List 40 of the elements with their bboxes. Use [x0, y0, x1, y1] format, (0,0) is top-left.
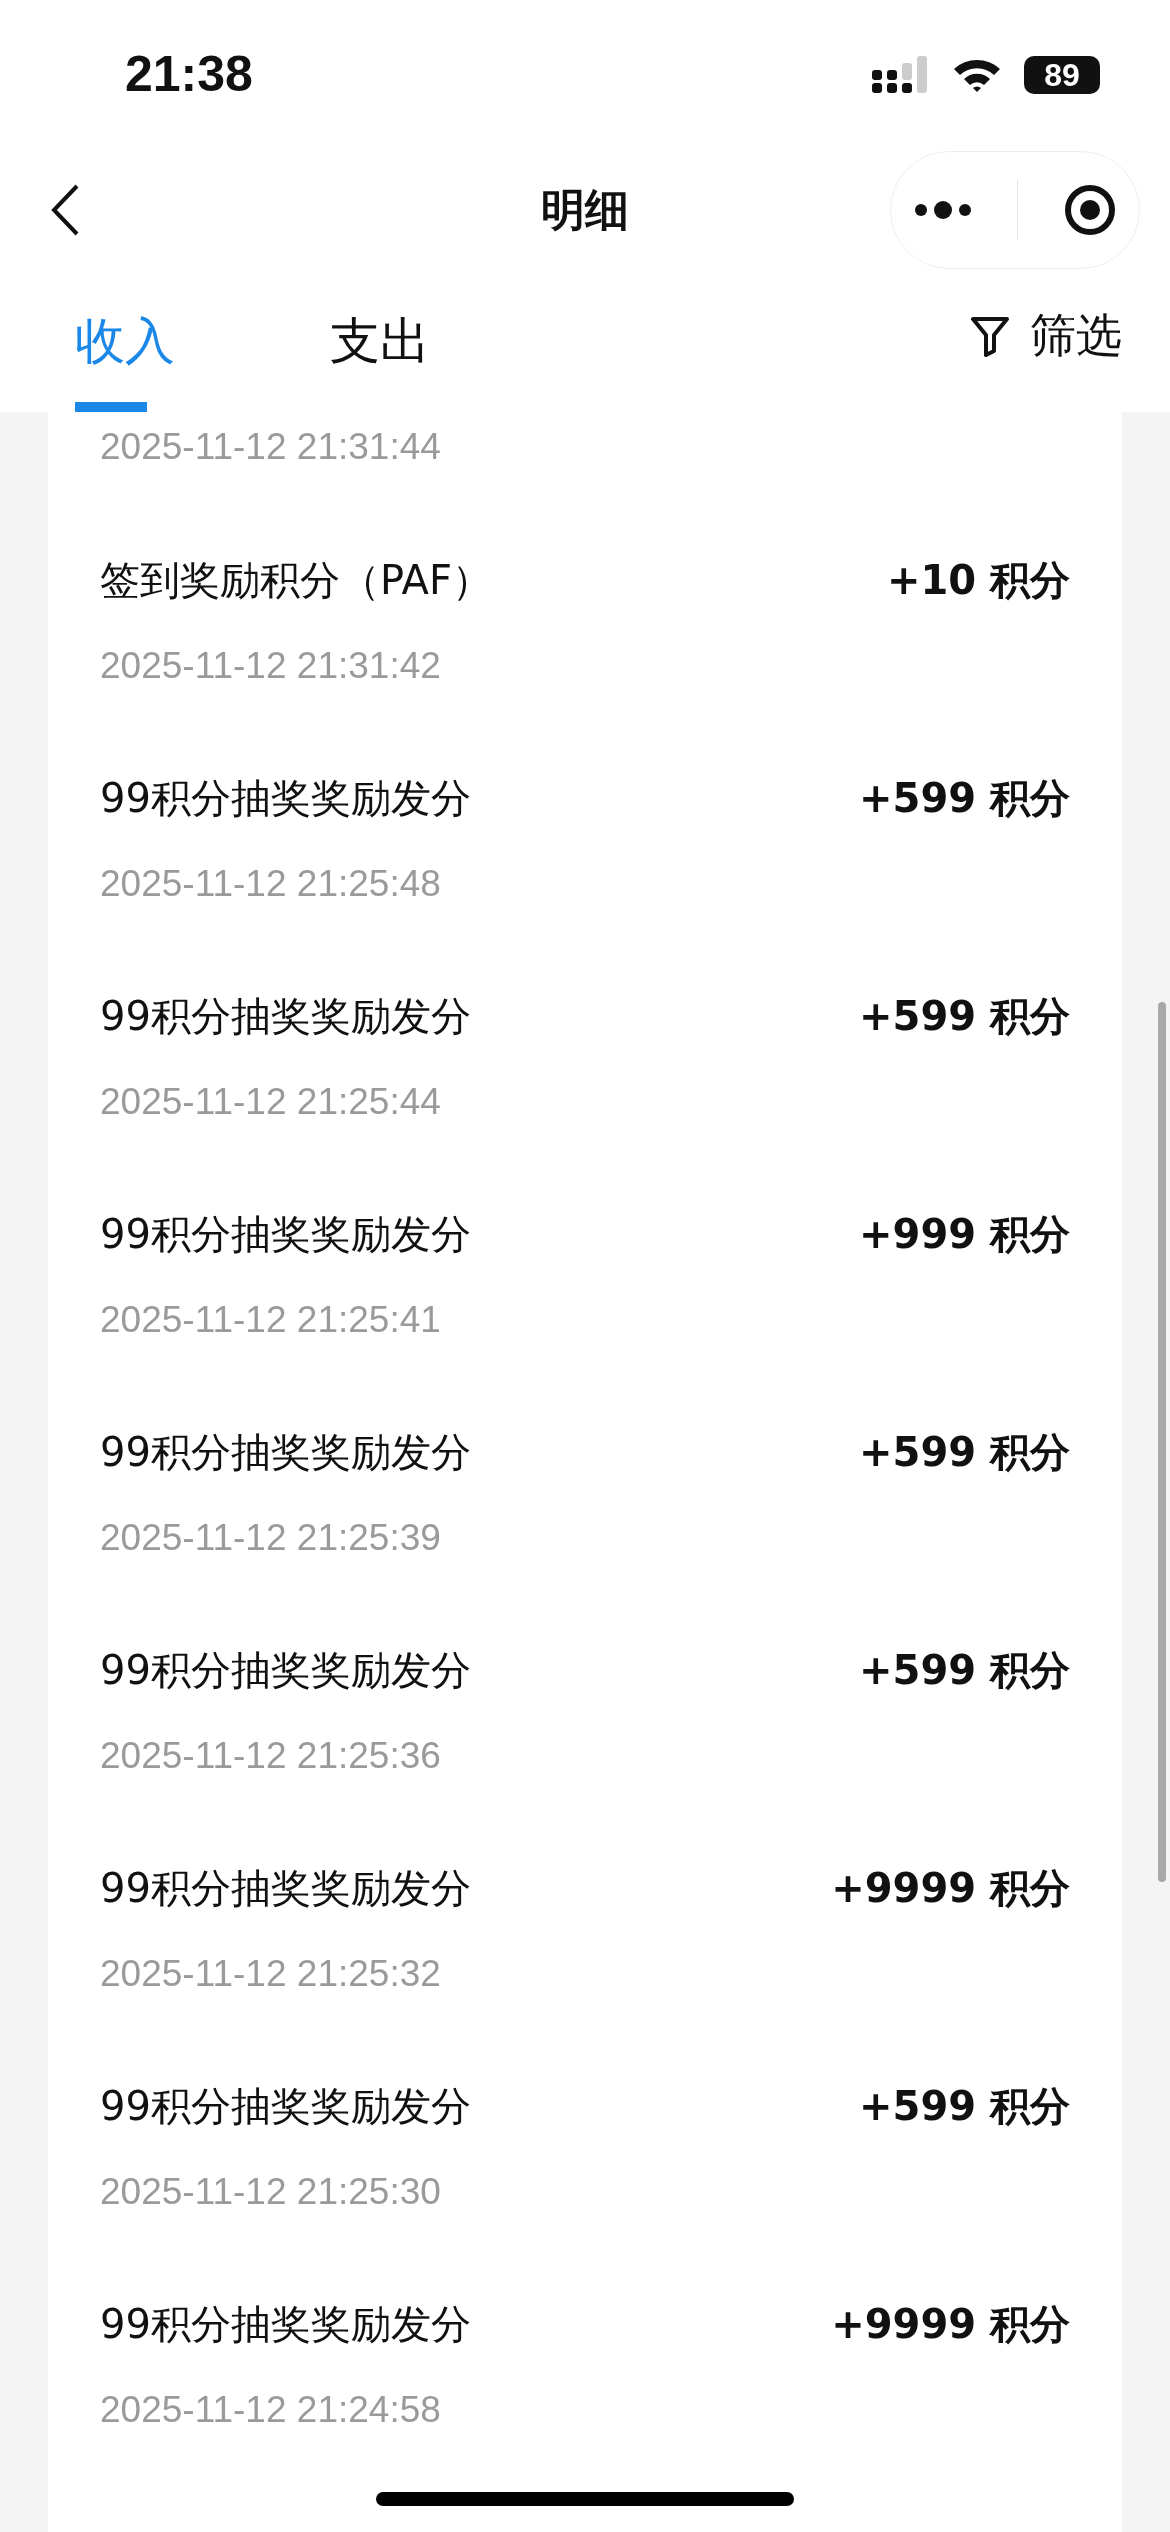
record-time: 2025-11-12 21:25:48 — [100, 863, 442, 905]
record-time: 2025-11-12 21:25:36 — [100, 1735, 442, 1777]
record-time: 2025-11-12 21:25:30 — [100, 2171, 442, 2213]
record-title: 签到奖励积分（PAF） — [100, 555, 492, 605]
record-title: 99积分抽奖奖励发分 — [100, 1863, 471, 1913]
record-time: 2025-11-12 21:25:39 — [100, 1517, 442, 1559]
filter-button[interactable]: 筛选 — [970, 305, 1122, 367]
filter-icon — [970, 315, 1010, 357]
record-amount: +599 积分 — [859, 773, 1070, 823]
record-title: 99积分抽奖奖励发分 — [100, 773, 471, 823]
record-time: 2025-11-12 21:24:58 — [100, 2389, 442, 2431]
record-amount: +999 积分 — [859, 1209, 1070, 1259]
record-time: 2025-11-12 21:25:32 — [100, 1953, 442, 1995]
record-title: 99积分抽奖奖励发分 — [100, 1645, 471, 1695]
record-time: 2025-11-12 21:25:44 — [100, 1081, 442, 1123]
record-title: 99积分抽奖奖励发分 — [100, 991, 471, 1041]
more-icon[interactable] — [913, 200, 974, 220]
back-icon[interactable] — [50, 183, 80, 237]
wifi-icon — [952, 57, 1002, 93]
battery-icon: 89 — [1024, 56, 1100, 94]
record-time: 2025-11-12 21:31:42 — [100, 645, 442, 687]
record-title: 99积分抽奖奖励发分 — [100, 1209, 471, 1259]
record-title: 99积分抽奖奖励发分 — [100, 1427, 471, 1477]
record-title: 99积分抽奖奖励发分 — [100, 2081, 471, 2131]
record-time: 2025-11-12 21:31:44 — [100, 426, 441, 468]
record-time: 2025-11-12 21:25:41 — [100, 1299, 442, 1341]
record-amount: +599 积分 — [859, 1427, 1070, 1477]
record-amount: +9999 积分 — [831, 2299, 1070, 2349]
page-title: 明细 — [541, 182, 629, 237]
record-amount: +10 积分 — [886, 555, 1070, 605]
status-time: 21:38 — [125, 45, 253, 103]
record-amount: +599 积分 — [859, 1645, 1070, 1695]
tab[interactable]: 支出 — [330, 270, 585, 412]
tab[interactable]: 收入 — [75, 270, 330, 412]
record-amount: +599 积分 — [859, 2081, 1070, 2131]
close-icon[interactable] — [1062, 183, 1117, 237]
record-amount: +599 积分 — [859, 991, 1070, 1041]
signal-icon — [872, 56, 930, 94]
record-amount: +9999 积分 — [831, 1863, 1070, 1913]
record-title: 99积分抽奖奖励发分 — [100, 2299, 471, 2349]
